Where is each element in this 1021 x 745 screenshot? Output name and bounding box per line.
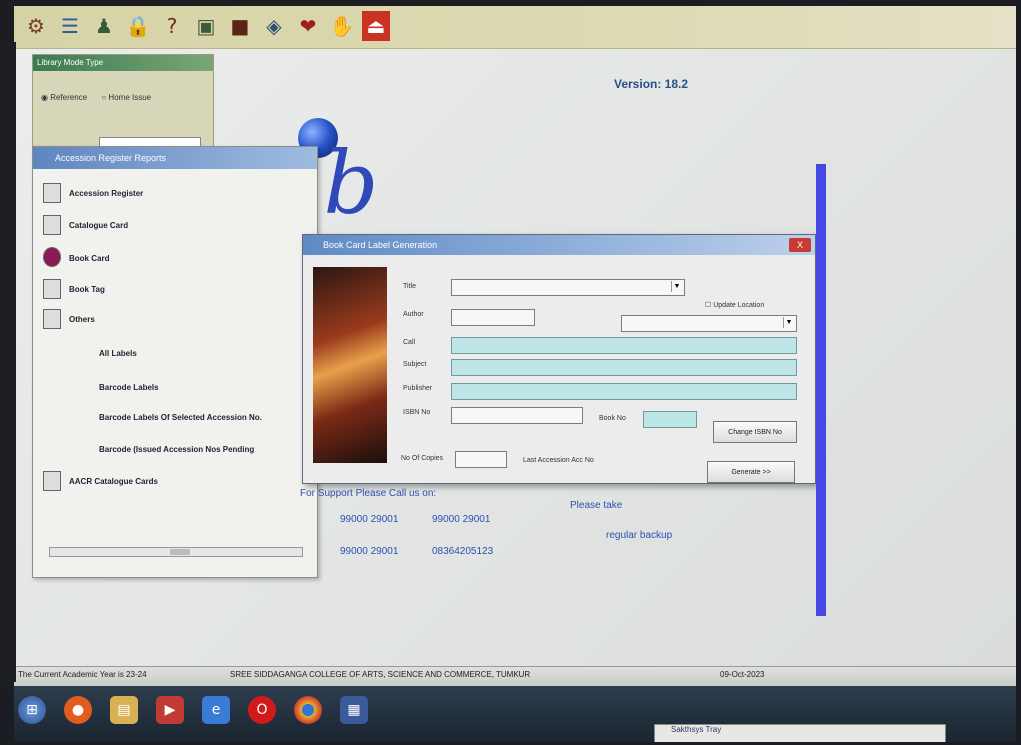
main-toolbar: ⚙ ☰ ♟ 🔒 ? ▣ ■ ◈ ❤ ✋ ⏏: [14, 6, 1016, 49]
media-icon[interactable]: ▶: [156, 696, 184, 724]
please-take-text: Please take: [570, 500, 623, 511]
chevron-down-icon[interactable]: ▼: [783, 317, 794, 328]
tray-notification[interactable]: Sakthsys Tray: [654, 724, 946, 742]
accession-register-panel: Accession Register Reports Accession Reg…: [32, 146, 318, 578]
chevron-down-icon[interactable]: ▼: [671, 281, 682, 292]
copies-label: No Of Copies: [401, 455, 444, 462]
elib-app-icon[interactable]: ▦: [340, 696, 368, 724]
close-button[interactable]: X: [789, 238, 811, 252]
search-window-title-text: Book Card Label Generation: [323, 240, 438, 250]
right-accent-bar: [816, 164, 826, 616]
window-side-image: [313, 267, 387, 463]
book-card-label-window: Book Card Label Generation X Title ▼ ☐ U…: [302, 234, 816, 484]
windows-start-icon[interactable]: ⊞: [18, 696, 46, 724]
monitor-bezel-left: [0, 42, 16, 682]
tray-notification-text: Sakthsys Tray: [671, 725, 722, 734]
copies-field[interactable]: [455, 451, 507, 468]
menu-catalogue-card[interactable]: Catalogue Card: [69, 221, 128, 230]
call-field[interactable]: [451, 337, 797, 354]
shield-icon[interactable]: ◈: [260, 11, 288, 41]
menu-aacr-catalogue-cards[interactable]: AACR Catalogue Cards: [69, 477, 158, 486]
support-phone-4: 08364205123: [432, 546, 494, 557]
support-phone-1: 99000 29001: [340, 514, 399, 525]
chrome-icon[interactable]: [294, 696, 322, 724]
regular-backup-text: regular backup: [606, 530, 673, 541]
location-select[interactable]: ▼: [621, 315, 797, 332]
generate-button[interactable]: Generate >>: [707, 461, 795, 483]
status-date: 09-Oct-2023: [720, 670, 765, 679]
hand-icon[interactable]: ✋: [328, 11, 356, 41]
support-phone-3: 99000 29001: [340, 546, 399, 557]
publisher-label: Publisher: [403, 385, 433, 392]
academic-year-text: The Current Academic Year is 23-24: [18, 670, 147, 679]
list-icon[interactable]: ☰: [56, 11, 84, 41]
menu-book-tag[interactable]: Book Tag: [69, 285, 105, 294]
support-phone-2: 99000 29001: [432, 514, 491, 525]
library-mode-title: Library Mode Type: [33, 55, 213, 71]
lock-icon[interactable]: 🔒: [124, 11, 152, 41]
book-tag-icon: [43, 279, 61, 299]
publisher-field[interactable]: [451, 383, 797, 400]
menu-all-labels[interactable]: All Labels: [99, 349, 137, 358]
book-card-icon: [43, 247, 61, 267]
catalogue-icon: [43, 215, 61, 235]
title-select[interactable]: ▼: [451, 279, 685, 296]
opera-icon[interactable]: O: [248, 696, 276, 724]
subject-label: Subject: [403, 361, 427, 368]
help-icon[interactable]: ?: [158, 11, 186, 41]
subject-field[interactable]: [451, 359, 797, 376]
author-field[interactable]: [451, 309, 535, 326]
support-heading: For Support Please Call us on:: [300, 488, 437, 499]
status-bar: The Current Academic Year is 23-24 SREE …: [14, 666, 1016, 687]
update-location-checkbox[interactable]: ☐ Update Location: [705, 301, 764, 309]
windows-taskbar: ⊞ ● ▤ ▶ e O ▦ Sakthsys Tray: [14, 686, 1016, 742]
isbn-label: ISBN No: [403, 409, 431, 416]
file-explorer-icon[interactable]: ▤: [110, 696, 138, 724]
gear-icon[interactable]: ⚙: [22, 11, 50, 41]
version-label: Version: 18.2: [614, 77, 689, 91]
menu-others[interactable]: Others: [69, 315, 95, 324]
box-icon[interactable]: ■: [226, 11, 254, 41]
others-icon: [43, 309, 61, 329]
heart-icon[interactable]: ❤: [294, 11, 322, 41]
menu-barcode-labels-selected[interactable]: Barcode Labels Of Selected Accession No.: [99, 413, 262, 422]
college-name-text: SREE SIDDAGANGA COLLEGE OF ARTS, SCIENCE…: [230, 670, 531, 679]
accession-panel-title: Accession Register Reports: [33, 147, 317, 169]
radio-home-issue-label: Home Issue: [108, 93, 152, 102]
last-accession-label: Last Accession Acc No: [523, 457, 594, 464]
book-no-label: Book No: [599, 415, 626, 422]
title-label: Title: [403, 283, 416, 290]
exit-icon[interactable]: ⏏: [362, 11, 390, 41]
menu-barcode-labels[interactable]: Barcode Labels: [99, 383, 159, 392]
book-no-field[interactable]: [643, 411, 697, 428]
register-icon: [43, 183, 61, 203]
menu-book-card[interactable]: Book Card: [69, 254, 109, 263]
update-location-label: Update Location: [713, 302, 765, 309]
radio-reference-label: Reference: [50, 93, 88, 102]
accession-panel-scrollbar[interactable]: [49, 547, 303, 557]
desktop-screen: ⚙ ☰ ♟ 🔒 ? ▣ ■ ◈ ❤ ✋ ⏏ Library Mode Type …: [14, 6, 1016, 742]
firefox-icon[interactable]: ●: [64, 696, 92, 724]
change-isbn-button[interactable]: Change ISBN No: [713, 421, 797, 443]
menu-accession-register[interactable]: Accession Register: [69, 189, 143, 198]
radio-reference[interactable]: ◉ Reference: [41, 93, 93, 102]
call-label: Call: [403, 339, 416, 346]
author-label: Author: [403, 311, 424, 318]
scrollbar-thumb[interactable]: [170, 549, 190, 555]
person-icon[interactable]: ♟: [90, 11, 118, 41]
internet-explorer-icon[interactable]: e: [202, 696, 230, 724]
aacr-catalogue-icon: [43, 471, 61, 491]
search-window-title: Book Card Label Generation X: [303, 235, 815, 255]
card-icon[interactable]: ▣: [192, 11, 220, 41]
radio-home-issue[interactable]: ○ Home Issue: [101, 93, 157, 102]
menu-barcode-issued-pending[interactable]: Barcode (Issued Accession Nos Pending: [99, 445, 254, 454]
isbn-field[interactable]: [451, 407, 583, 424]
